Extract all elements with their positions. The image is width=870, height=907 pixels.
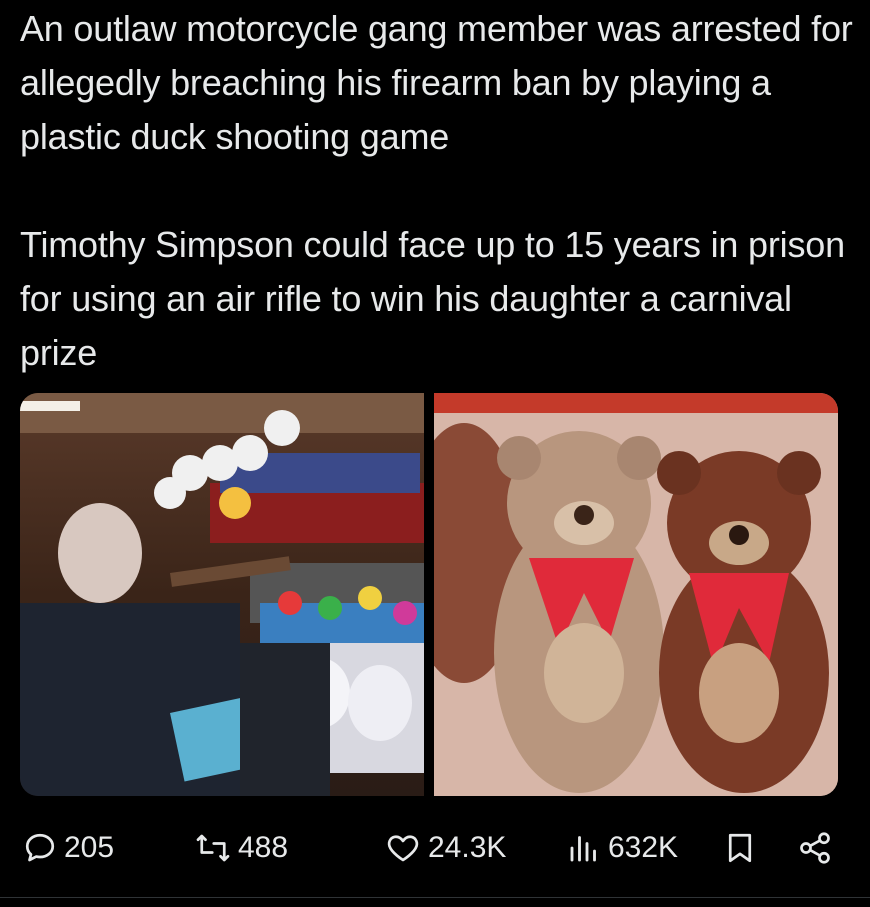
- tweet-text: An outlaw motorcycle gang member was arr…: [20, 2, 860, 380]
- like-count: 24.3K: [428, 831, 507, 864]
- bookmark-button[interactable]: [722, 830, 758, 866]
- media-photo-shooting-stall[interactable]: [20, 393, 424, 796]
- views-button[interactable]: 632K: [566, 830, 678, 866]
- tweet-paragraph-2: Timothy Simpson could face up to 15 year…: [20, 224, 845, 373]
- reply-icon: [25, 833, 55, 862]
- share-icon: [800, 832, 830, 864]
- views-count: 632K: [608, 831, 679, 864]
- shooting-stall-image: [20, 393, 424, 796]
- repost-icon: [196, 834, 230, 862]
- bookmark-icon: [728, 833, 752, 863]
- views-icon: [570, 836, 596, 862]
- heart-icon: [387, 835, 419, 862]
- teddy-bears-image: [434, 393, 838, 796]
- media-photo-teddy-bears[interactable]: [434, 393, 838, 796]
- tweet-paragraph-1: An outlaw motorcycle gang member was arr…: [20, 8, 853, 157]
- tweet-media: [20, 393, 838, 796]
- share-button[interactable]: [796, 830, 834, 866]
- divider: [0, 897, 870, 898]
- reply-button[interactable]: 205: [22, 830, 114, 866]
- tweet-actions: 205 488 24.3K 632K: [22, 822, 840, 874]
- repost-button[interactable]: 488: [194, 830, 288, 866]
- repost-count: 488: [238, 831, 289, 864]
- reply-count: 205: [64, 831, 115, 864]
- like-button[interactable]: 24.3K: [384, 830, 506, 866]
